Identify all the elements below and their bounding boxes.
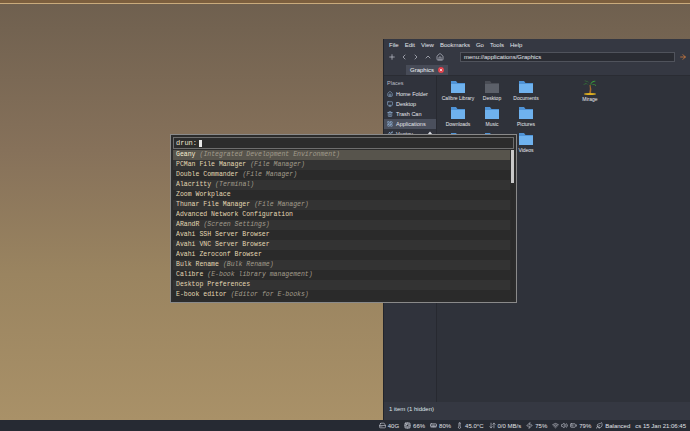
panel-item[interactable]: cs 15 Jan 21:06:45 bbox=[635, 423, 686, 429]
trash-icon bbox=[387, 111, 393, 117]
new-tab-icon[interactable] bbox=[388, 53, 396, 61]
menu-item[interactable]: Go bbox=[476, 41, 484, 49]
wifi-icon bbox=[552, 422, 559, 429]
launcher-entry[interactable]: Avahi VNC Server Browser bbox=[173, 240, 510, 250]
folder-icon bbox=[518, 79, 534, 94]
home-icon bbox=[387, 91, 393, 97]
panel-item[interactable]: 80% bbox=[430, 422, 451, 429]
file-item[interactable]: Calibre Library bbox=[441, 79, 475, 105]
back-icon[interactable] bbox=[400, 53, 408, 61]
file-item[interactable]: Music bbox=[475, 105, 509, 131]
launcher-entry[interactable]: Avahi Zeroconf Browser bbox=[173, 250, 510, 260]
status-bar: 1 item (1 hidden) bbox=[384, 402, 690, 420]
toolbar: menu://applications/Graphics bbox=[384, 51, 690, 63]
screen: File Edit View Bookmarks Go Tools Help menu://a… bbox=[0, 0, 690, 431]
up-icon[interactable] bbox=[424, 53, 432, 61]
launcher-entry[interactable]: Advanced Network Configuration bbox=[173, 210, 510, 220]
power-icon bbox=[526, 422, 533, 429]
launcher-entry[interactable]: Thunar File Manager(File Manager) bbox=[173, 200, 510, 210]
volume-icon bbox=[561, 422, 568, 429]
battery-icon bbox=[570, 422, 577, 429]
app-launcher: drun:Geany(Integrated Development Enviro… bbox=[170, 134, 517, 303]
launcher-entry[interactable]: Bulk Rename(Bulk Rename) bbox=[173, 260, 510, 270]
launcher-entry[interactable]: Double Commander(File Manager) bbox=[173, 170, 510, 180]
panel-item[interactable]: 75% bbox=[526, 422, 547, 429]
panel-item[interactable]: 45.0°C bbox=[456, 422, 483, 429]
disk-icon bbox=[379, 422, 386, 429]
bottom-panel: 40G 66% 80% 45.0°C 0/0 MB/s 75% 79% Balanced cs … bbox=[0, 420, 690, 431]
close-tab-icon[interactable] bbox=[438, 67, 444, 73]
launcher-entry[interactable]: E-book editor(Editor for E-books) bbox=[173, 290, 510, 300]
launcher-entry[interactable]: Geany(Integrated Development Environment… bbox=[173, 150, 510, 160]
panel-item[interactable]: 0/0 MB/s bbox=[489, 422, 522, 429]
sidebar-item[interactable]: Trash Can bbox=[384, 109, 436, 119]
sidebar-item[interactable]: Applications bbox=[384, 119, 436, 129]
sidebar-item[interactable]: Home Folder bbox=[384, 89, 436, 99]
app-slot: Mirage bbox=[573, 79, 607, 102]
menu-item[interactable]: View bbox=[421, 41, 434, 49]
launcher-entry[interactable]: Avahi SSH Server Browser bbox=[173, 230, 510, 240]
search-field[interactable]: drun: bbox=[173, 137, 514, 149]
launcher-list: Geany(Integrated Development Environment… bbox=[173, 150, 510, 300]
temperature-icon bbox=[456, 422, 463, 429]
menu-item[interactable]: Edit bbox=[405, 41, 415, 49]
sidebar-item[interactable]: Desktop bbox=[384, 99, 436, 109]
palm-tree-icon bbox=[582, 79, 598, 95]
panel-item[interactable]: 79% bbox=[552, 422, 591, 429]
sidebar-header: Places bbox=[384, 79, 436, 89]
file-item[interactable]: Mirage bbox=[573, 79, 607, 102]
menu-item[interactable]: File bbox=[389, 41, 399, 49]
launcher-list-area: Geany(Integrated Development Environment… bbox=[173, 150, 514, 300]
scrollbar-thumb[interactable] bbox=[511, 150, 514, 183]
menu-bar: File Edit View Bookmarks Go Tools Help bbox=[384, 39, 690, 51]
tab-row: Graphics bbox=[384, 63, 690, 76]
folder-icon bbox=[450, 79, 466, 94]
menu-item[interactable]: Help bbox=[510, 41, 522, 49]
memory-icon bbox=[430, 422, 437, 429]
launcher-entry[interactable]: ARandR(Screen Settings) bbox=[173, 220, 510, 230]
scrollbar[interactable] bbox=[511, 150, 514, 300]
go-arrow-icon[interactable] bbox=[679, 53, 687, 61]
folder-icon bbox=[484, 105, 500, 120]
cpu-icon bbox=[404, 422, 411, 429]
home-icon[interactable] bbox=[436, 53, 444, 61]
tab[interactable]: Graphics bbox=[406, 65, 448, 75]
launcher-entry[interactable]: Calibre(E-book library management) bbox=[173, 270, 510, 280]
file-item[interactable]: Downloads bbox=[441, 105, 475, 131]
power-profile-icon bbox=[596, 422, 603, 429]
forward-icon[interactable] bbox=[412, 53, 420, 61]
file-item[interactable]: Pictures bbox=[509, 105, 543, 131]
menu-item[interactable]: Bookmarks bbox=[440, 41, 470, 49]
go-button[interactable] bbox=[679, 53, 687, 61]
location-field[interactable]: menu://applications/Graphics bbox=[460, 52, 675, 62]
launcher-entry[interactable]: Desktop Preferences bbox=[173, 280, 510, 290]
network-icon bbox=[489, 422, 496, 429]
menu-item[interactable]: Tools bbox=[490, 41, 504, 49]
folder-icon bbox=[518, 105, 534, 120]
applications-icon bbox=[387, 121, 393, 127]
text-cursor bbox=[199, 140, 202, 147]
launcher-entry[interactable]: PCMan File Manager(File Manager) bbox=[173, 160, 510, 170]
file-item[interactable]: Desktop bbox=[475, 79, 509, 105]
folder-icon bbox=[450, 105, 466, 120]
panel-item[interactable]: Balanced bbox=[596, 422, 630, 429]
file-item[interactable]: Documents bbox=[509, 79, 543, 105]
desktop-icon bbox=[387, 101, 393, 107]
launcher-entry[interactable]: Alacritty(Terminal) bbox=[173, 180, 510, 190]
folder-icon bbox=[518, 131, 534, 146]
launcher-entry[interactable]: Zoom Workplace bbox=[173, 190, 510, 200]
panel-item[interactable]: 40G bbox=[379, 422, 399, 429]
desktop-wallpaper: File Edit View Bookmarks Go Tools Help menu://a… bbox=[0, 4, 690, 420]
desktop-folder-icon bbox=[484, 79, 500, 94]
panel-item[interactable]: 66% bbox=[404, 422, 425, 429]
